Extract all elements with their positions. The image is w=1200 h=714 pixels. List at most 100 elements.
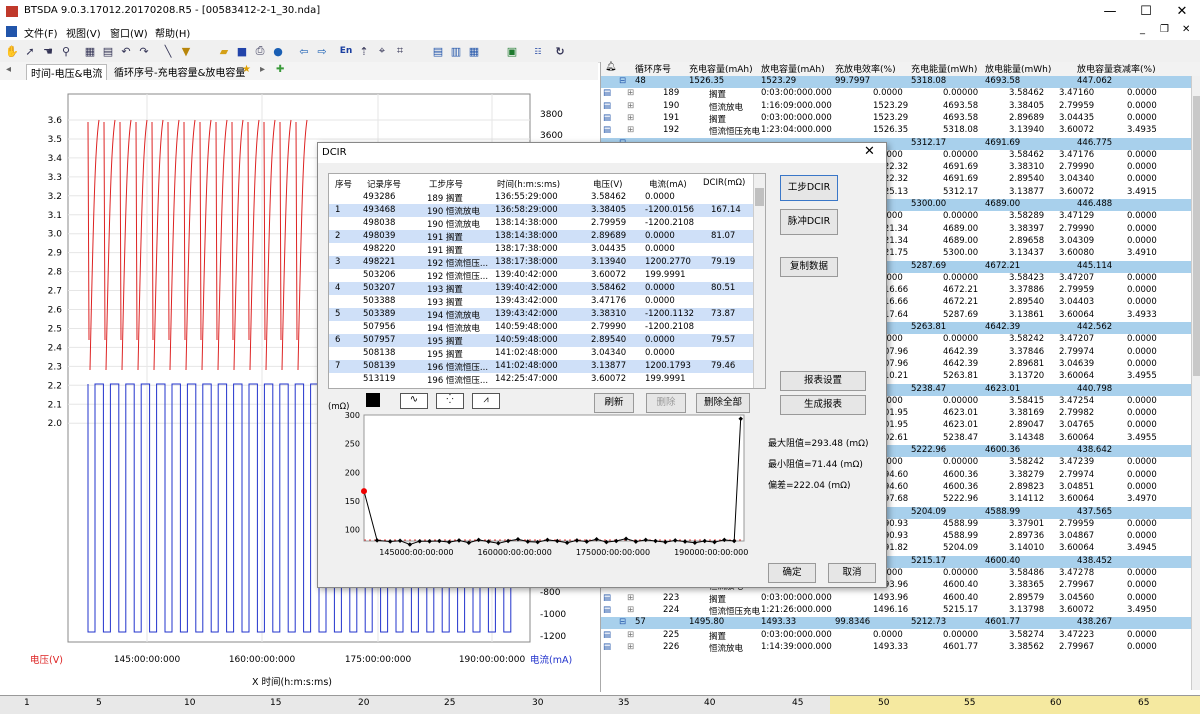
menu-view[interactable]: 视图(V): [66, 25, 101, 40]
dcir-plot[interactable]: 300 250 200 150 100 145000:00:00:000 160000:00…: [328, 411, 762, 569]
inner-minimize-button[interactable]: _: [1140, 24, 1145, 35]
step-icon[interactable]: ▤: [603, 605, 611, 615]
step-row[interactable]: ▤ ⊞ 189 搁置 0:03:00:000.000 0.0000 0.00000 3.584…: [601, 88, 1191, 100]
table-scrollbar[interactable]: [1191, 76, 1200, 690]
star-icon[interactable]: ★: [238, 64, 255, 79]
dcir-row[interactable]: 513119 196 恒流恒压... 142:25:47:000 3.60072 199…: [329, 373, 753, 386]
step-dcir-button[interactable]: 工步DCIR: [780, 175, 838, 201]
zoom-icon[interactable]: ⚲: [58, 43, 74, 59]
collapse-icon[interactable]: ⊟: [619, 617, 626, 627]
tab-cycle-capacity[interactable]: 循环序号-充电容量&放电容量: [110, 64, 249, 79]
excel-icon[interactable]: ▣: [504, 43, 520, 59]
table-icon[interactable]: ▤: [430, 43, 446, 59]
inner-restore-button[interactable]: ❐: [1160, 24, 1169, 35]
line-icon[interactable]: ╲: [160, 43, 176, 59]
pin-icon[interactable]: ⇡: [356, 43, 372, 59]
undo-icon[interactable]: ↶: [118, 43, 134, 59]
tab-scroll-right[interactable]: ▸: [256, 64, 269, 79]
col-charge-energy[interactable]: 充电能量(mWh): [911, 62, 977, 76]
hand2-icon[interactable]: ☚: [40, 43, 56, 59]
step-icon[interactable]: ▤: [603, 101, 611, 111]
step-row[interactable]: ▤ ⊞ 191 搁置 0:03:00:000.000 1523.29 4693.58 2.89…: [601, 113, 1191, 125]
dcir-row[interactable]: 508138 195 搁置 141:02:48:000 3.04340 0.0000: [329, 347, 753, 360]
dcir-icon[interactable]: ☷: [530, 43, 546, 59]
print-icon[interactable]: ⎙: [252, 43, 268, 59]
color-swatch[interactable]: [366, 393, 380, 407]
dcir-row[interactable]: 1 493468 190 恒流放电 136:58:29:000 3.38405 -1200…: [329, 204, 753, 217]
table3-icon[interactable]: ▦: [466, 43, 482, 59]
expand-icon[interactable]: ⊞: [627, 101, 634, 111]
dcir-row[interactable]: 503206 192 恒流恒压... 139:40:42:000 3.60072 199…: [329, 269, 753, 282]
dcir-row[interactable]: 498220 191 搁置 138:17:38:000 3.04435 0.0000: [329, 243, 753, 256]
generate-report-button[interactable]: 生成报表: [780, 395, 866, 415]
report-settings-button[interactable]: 报表设置: [780, 371, 866, 391]
cycle-group-row[interactable]: ⊟ 48 1526.35 1523.29 99.7997 5318.08 4693.58 44…: [601, 76, 1191, 88]
dcir-row[interactable]: 4 503207 193 搁置 139:40:42:000 3.58462 0.0000 8…: [329, 282, 753, 295]
expand-icon[interactable]: ⊞: [627, 113, 634, 123]
cycle-ruler[interactable]: 1 5 10 15 20 25 30 35 40 45 50 55 60 65: [0, 695, 1200, 714]
hand-icon[interactable]: ✋: [4, 43, 20, 59]
step-icon[interactable]: ▤: [603, 593, 611, 603]
dcir-row[interactable]: 493286 189 搁置 136:55:29:000 3.58462 0.0000: [329, 191, 753, 204]
cycle-group-row[interactable]: ⊟ 57 1495.80 1493.33 99.8346 5212.73 4601.77 43…: [601, 617, 1191, 630]
open-icon[interactable]: ▰: [216, 43, 232, 59]
refresh-button[interactable]: 刷新: [594, 393, 634, 413]
col-discharge-cap[interactable]: 放电容量(mAh): [761, 62, 825, 76]
dcir-row[interactable]: 5 503389 194 恒流放电 139:43:42:000 3.38310 -1200…: [329, 308, 753, 321]
step-row[interactable]: ▤ ⊞ 226 恒流放电 1:14:39:000.000 1493.33 4601.77 3.…: [601, 642, 1191, 654]
tab-time-voltage-current[interactable]: 时间-电压&电流: [26, 64, 108, 80]
step-row[interactable]: ▤ ⊞ 224 恒流恒压充电 1:21:26:000.000 1496.16 5215.17…: [601, 605, 1191, 617]
menu-window[interactable]: 窗口(W): [110, 25, 148, 40]
col-discharge-energy[interactable]: 放电能量(mWh): [985, 62, 1051, 76]
delete-button[interactable]: 删除: [646, 393, 686, 413]
delete-all-button[interactable]: 删除全部: [696, 393, 750, 413]
close-button[interactable]: ✕: [1160, 0, 1200, 24]
copy-data-button[interactable]: 复制数据: [780, 257, 838, 277]
dcir-row[interactable]: 3 498221 192 恒流恒压... 138:17:38:000 3.13940 12…: [329, 256, 753, 269]
dcir-row[interactable]: 7 508139 196 恒流恒压... 141:02:48:000 3.13877 12…: [329, 360, 753, 373]
dialog-close-button[interactable]: ✕: [864, 144, 875, 159]
expand-icon[interactable]: ⊞: [627, 642, 634, 652]
step-row[interactable]: ▤ ⊞ 225 搁置 0:03:00:000.000 0.0000 0.00000 3.582…: [601, 630, 1191, 642]
collapse-icon[interactable]: ⊟: [619, 76, 626, 86]
dcir-table[interactable]: 序号 记录序号 工步序号 时间(h:m:s:ms) 电压(V) 电流(mA) D…: [328, 173, 766, 389]
refresh-icon[interactable]: ↻: [552, 43, 568, 59]
redo-icon[interactable]: ↷: [136, 43, 152, 59]
cursor2-icon[interactable]: ⌗: [392, 43, 408, 59]
cursor-icon[interactable]: ⌖: [374, 43, 390, 59]
dcir-point[interactable]: [407, 542, 413, 547]
col-charge-cap[interactable]: 充电容量(mAh): [689, 62, 753, 76]
menu-help[interactable]: 帮助(H): [155, 25, 190, 40]
col-decay[interactable]: 放电容量衰减率(%): [1077, 62, 1156, 76]
expand-icon[interactable]: ⊞: [627, 605, 634, 615]
forward-icon[interactable]: ⇨: [314, 43, 330, 59]
step-icon[interactable]: ▤: [603, 630, 611, 640]
dcir-point[interactable]: [496, 541, 501, 546]
expand-icon[interactable]: ⊞: [627, 125, 634, 135]
step-row[interactable]: ▤ ⊞ 223 搁置 0:03:00:000.000 1493.96 4600.40 2.89…: [601, 593, 1191, 605]
step-row[interactable]: ▤ ⊞ 192 恒流恒压充电 1:23:04:000.000 1526.35 5318.08…: [601, 125, 1191, 137]
dcir-row[interactable]: 498038 190 恒流放电 138:14:38:000 2.79959 -1200.…: [329, 217, 753, 230]
step-icon[interactable]: ▤: [603, 113, 611, 123]
expand-icon[interactable]: ⊞: [627, 593, 634, 603]
tab-scroll-left[interactable]: ◂: [2, 64, 15, 79]
dcir-row[interactable]: 6 507957 195 搁置 140:59:48:000 2.89540 0.0000 7…: [329, 334, 753, 347]
menu-file[interactable]: 文件(F): [24, 25, 58, 40]
back-icon[interactable]: ⇦: [296, 43, 312, 59]
filter-icon[interactable]: ▼: [178, 43, 194, 59]
col-efficiency[interactable]: 充放电效率(%): [835, 62, 896, 76]
step-icon[interactable]: ▤: [603, 88, 611, 98]
cancel-button[interactable]: 取消: [828, 563, 876, 583]
grid-icon[interactable]: ▦: [82, 43, 98, 59]
expand-icon[interactable]: ⊞: [627, 630, 634, 640]
save-icon[interactable]: ■: [234, 43, 250, 59]
pointer-icon[interactable]: ➚: [22, 43, 38, 59]
dcir-row[interactable]: 507956 194 恒流放电 140:59:48:000 2.79990 -1200.…: [329, 321, 753, 334]
dcir-row[interactable]: 2 498039 191 搁置 138:14:38:000 2.89689 0.0000 8…: [329, 230, 753, 243]
line-style-icon[interactable]: ∿: [400, 393, 428, 409]
selected-point[interactable]: [361, 488, 367, 495]
en-icon[interactable]: En: [338, 43, 354, 59]
expand-icon[interactable]: ⊞: [627, 88, 634, 98]
pulse-dcir-button[interactable]: 脉冲DCIR: [780, 209, 838, 235]
step-icon[interactable]: ▤: [603, 642, 611, 652]
